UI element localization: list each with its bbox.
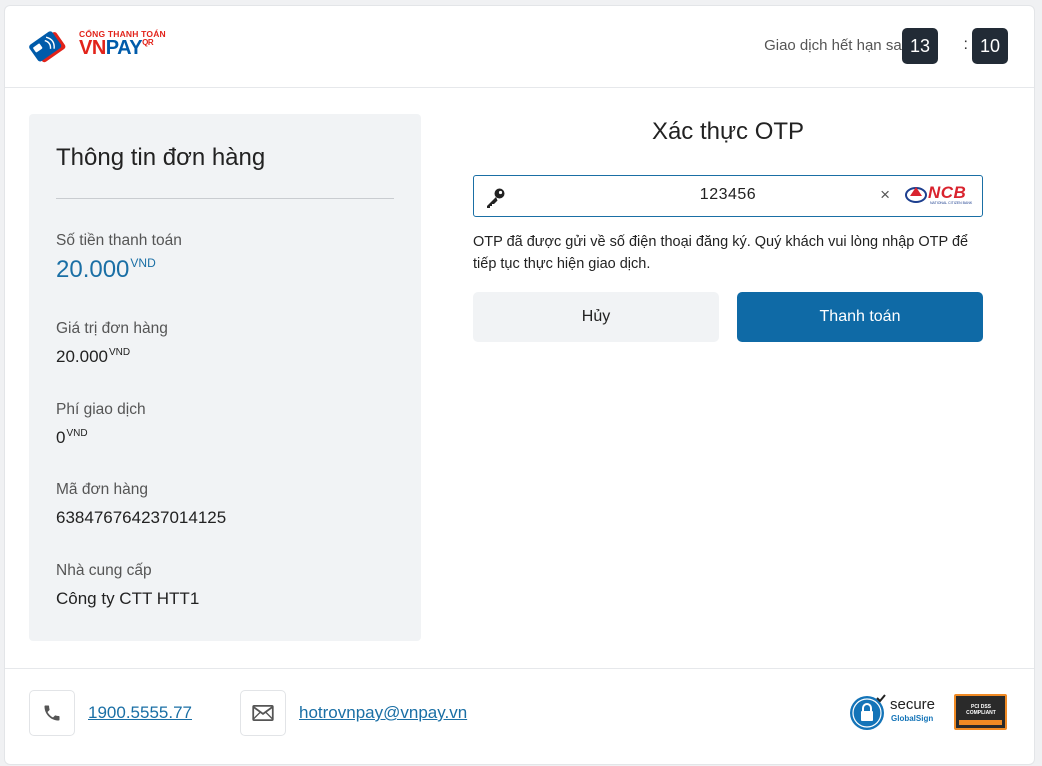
ncb-logo-sub: NATIONAL CITIZEN BANK bbox=[930, 201, 973, 205]
fee-value: 0 bbox=[56, 428, 66, 447]
timer-label: Giao dịch hết hạn sau bbox=[764, 37, 910, 54]
payment-card: CỔNG THANH TOÁN VNPAYQR Giao dịch hết hạ… bbox=[4, 5, 1035, 765]
field-value: 20.000VND bbox=[56, 347, 168, 367]
field-label: Phí giao dịch bbox=[56, 401, 146, 418]
fee-unit: VND bbox=[66, 428, 88, 439]
timer-separator: : bbox=[963, 36, 968, 53]
phone-icon bbox=[44, 705, 60, 721]
field-label: Giá trị đơn hàng bbox=[56, 320, 168, 337]
cancel-button[interactable]: Hủy bbox=[473, 292, 719, 342]
email-link[interactable]: hotrovnpay@vnpay.vn bbox=[299, 703, 467, 723]
globalsign-secure-badge[interactable]: secure GlobalSign bbox=[848, 693, 946, 733]
field-value: 0VND bbox=[56, 428, 146, 448]
field-payment-amount: Số tiền thanh toán 20.000VND bbox=[56, 232, 182, 284]
field-value: 638476764237014125 bbox=[56, 508, 227, 527]
lock-icon bbox=[850, 694, 886, 730]
pci-dss-badge[interactable]: PCI DSS COMPLIANT bbox=[954, 694, 1007, 730]
timer-seconds: 10 bbox=[972, 28, 1008, 64]
ncb-logo-text: NCB bbox=[928, 183, 967, 202]
ncb-bank-logo: NCB NATIONAL CITIZEN BANK bbox=[905, 183, 979, 209]
order-divider bbox=[56, 198, 394, 199]
otp-note: OTP đã được gửi về số điện thoại đăng ký… bbox=[473, 234, 969, 272]
order-value-unit: VND bbox=[109, 347, 131, 358]
field-order-value: Giá trị đơn hàng 20.000VND bbox=[56, 320, 168, 367]
pci-bar bbox=[959, 720, 1002, 725]
secure-label: secure bbox=[890, 696, 936, 713]
order-info-panel: Thông tin đơn hàng Số tiền thanh toán 20… bbox=[29, 114, 421, 641]
logo-vn: VN bbox=[79, 37, 106, 59]
secure-sub: GlobalSign bbox=[891, 714, 934, 723]
field-label: Mã đơn hàng bbox=[56, 481, 149, 498]
field-value: Công ty CTT HTT1 bbox=[56, 589, 200, 608]
field-transaction-fee: Phí giao dịch 0VND bbox=[56, 401, 146, 448]
mail-icon-box bbox=[240, 690, 286, 736]
amount-unit: VND bbox=[130, 256, 156, 270]
vnpay-logo[interactable]: CỔNG THANH TOÁN VNPAYQR bbox=[29, 26, 169, 68]
timer-minutes: 13 bbox=[902, 28, 938, 64]
header: CỔNG THANH TOÁN VNPAYQR Giao dịch hết hạ… bbox=[5, 6, 1034, 88]
pci-label: PCI DSS COMPLIANT bbox=[966, 704, 996, 716]
field-label: Nhà cung cấp bbox=[56, 562, 152, 579]
amount-value: 20.000 bbox=[56, 256, 130, 283]
field-value: 20.000VND bbox=[56, 256, 182, 284]
field-order-id: Mã đơn hàng 638476764237014125 bbox=[56, 481, 226, 528]
phone-icon-box bbox=[29, 690, 75, 736]
phone-link[interactable]: 1900.5555.77 bbox=[88, 703, 192, 723]
footer: 1900.5555.77 hotrovnpay@vnpay.vn secure … bbox=[5, 668, 1034, 766]
close-icon[interactable]: × bbox=[880, 185, 890, 205]
order-value: 20.000 bbox=[56, 347, 108, 366]
otp-input[interactable]: 123456 × NCB NATIONAL CITIZEN BANK bbox=[473, 175, 983, 217]
ncb-logo-icon bbox=[905, 187, 927, 203]
logo-wordmark: VNPAYQR bbox=[79, 37, 154, 60]
logo-qr: QR bbox=[142, 38, 154, 47]
vnpay-logo-icon bbox=[29, 31, 66, 63]
logo-pay: PAY bbox=[105, 37, 143, 59]
pay-button[interactable]: Thanh toán bbox=[737, 292, 983, 342]
otp-title: Xác thực OTP bbox=[651, 118, 805, 145]
mail-icon bbox=[252, 705, 274, 721]
field-label: Số tiền thanh toán bbox=[56, 232, 182, 249]
order-title: Thông tin đơn hàng bbox=[56, 144, 266, 171]
field-provider: Nhà cung cấp Công ty CTT HTT1 bbox=[56, 562, 199, 609]
